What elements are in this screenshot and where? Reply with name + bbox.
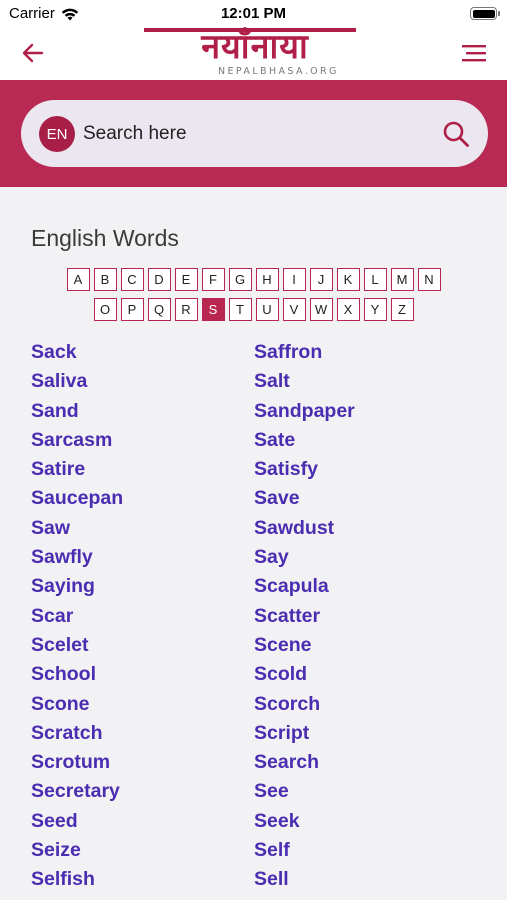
- word-link[interactable]: Sand: [31, 397, 254, 426]
- word-link[interactable]: Satisfy: [254, 455, 477, 484]
- letter-t[interactable]: T: [228, 298, 252, 321]
- word-link[interactable]: Selfish: [31, 865, 254, 894]
- word-link[interactable]: Saucepan: [31, 484, 254, 513]
- word-link[interactable]: Saffron: [254, 338, 477, 367]
- language-toggle[interactable]: EN: [39, 116, 75, 152]
- word-link[interactable]: Seize: [31, 836, 254, 865]
- search-input[interactable]: [83, 116, 413, 152]
- letter-u[interactable]: U: [255, 298, 279, 321]
- letter-c[interactable]: C: [120, 268, 144, 291]
- word-link[interactable]: Seed: [31, 807, 254, 836]
- logo-text: नयाँनाया: [201, 27, 309, 67]
- word-link[interactable]: Sawfly: [31, 543, 254, 572]
- word-link[interactable]: Scorch: [254, 690, 477, 719]
- letter-g[interactable]: G: [228, 268, 252, 291]
- word-link[interactable]: Save: [254, 484, 477, 513]
- letter-o[interactable]: O: [93, 298, 117, 321]
- word-link[interactable]: Satire: [31, 455, 254, 484]
- word-link[interactable]: Scatter: [254, 602, 477, 631]
- letter-l[interactable]: L: [363, 268, 387, 291]
- arrow-left-icon: [22, 43, 44, 63]
- alphabet-row-1: ABCDEFGHIJKLMN: [0, 268, 507, 291]
- word-link[interactable]: Seek: [254, 807, 477, 836]
- word-link[interactable]: Saliva: [31, 367, 254, 396]
- letter-r[interactable]: R: [174, 298, 198, 321]
- word-link[interactable]: Sell: [254, 865, 477, 894]
- logo-subtitle: NEPALBHASA.ORG: [218, 66, 339, 77]
- word-link[interactable]: Scratch: [31, 719, 254, 748]
- battery-icon: [470, 7, 500, 20]
- letter-y[interactable]: Y: [363, 298, 387, 321]
- letter-n[interactable]: N: [417, 268, 441, 291]
- back-button[interactable]: [18, 38, 48, 68]
- app-header: नयाँनाया NEPALBHASA.ORG: [0, 27, 507, 80]
- word-link[interactable]: Saying: [31, 572, 254, 601]
- letter-m[interactable]: M: [390, 268, 414, 291]
- alphabet-row-2: OPQRSTUVWXYZ: [0, 298, 507, 321]
- word-list: Sack Saffron Saliva Salt Sand Sandpaper Sarcas…: [31, 338, 491, 895]
- letter-k[interactable]: K: [336, 268, 360, 291]
- letter-s[interactable]: S: [201, 298, 225, 321]
- word-link[interactable]: Scelet: [31, 631, 254, 660]
- letter-b[interactable]: B: [93, 268, 117, 291]
- letter-e[interactable]: E: [174, 268, 198, 291]
- menu-button[interactable]: [459, 38, 489, 68]
- search-icon: [443, 121, 469, 147]
- search-bar: EN: [21, 100, 488, 167]
- letter-x[interactable]: X: [336, 298, 360, 321]
- word-link[interactable]: Sawdust: [254, 514, 477, 543]
- word-link[interactable]: Say: [254, 543, 477, 572]
- word-link[interactable]: Scene: [254, 631, 477, 660]
- letter-h[interactable]: H: [255, 268, 279, 291]
- hamburger-menu-icon: [462, 45, 486, 62]
- letter-a[interactable]: A: [66, 268, 90, 291]
- word-link[interactable]: Search: [254, 748, 477, 777]
- letter-q[interactable]: Q: [147, 298, 171, 321]
- word-link[interactable]: Self: [254, 836, 477, 865]
- letter-v[interactable]: V: [282, 298, 306, 321]
- search-band: EN: [0, 80, 507, 187]
- word-link[interactable]: Scapula: [254, 572, 477, 601]
- word-link[interactable]: See: [254, 777, 477, 806]
- word-link[interactable]: Salt: [254, 367, 477, 396]
- word-link[interactable]: Secretary: [31, 777, 254, 806]
- app-logo: नयाँनाया NEPALBHASA.ORG: [140, 22, 370, 80]
- letter-z[interactable]: Z: [390, 298, 414, 321]
- search-button[interactable]: [440, 118, 472, 150]
- section-title: English Words: [31, 225, 179, 251]
- letter-f[interactable]: F: [201, 268, 225, 291]
- letter-j[interactable]: J: [309, 268, 333, 291]
- word-link[interactable]: School: [31, 660, 254, 689]
- word-link[interactable]: Sandpaper: [254, 397, 477, 426]
- word-link[interactable]: Scrotum: [31, 748, 254, 777]
- letter-w[interactable]: W: [309, 298, 333, 321]
- word-link[interactable]: Scar: [31, 602, 254, 631]
- word-link[interactable]: Script: [254, 719, 477, 748]
- word-link[interactable]: Sate: [254, 426, 477, 455]
- word-link[interactable]: Scold: [254, 660, 477, 689]
- letter-d[interactable]: D: [147, 268, 171, 291]
- word-link[interactable]: Sarcasm: [31, 426, 254, 455]
- word-link[interactable]: Scone: [31, 690, 254, 719]
- clock: 12:01 PM: [220, 5, 287, 22]
- letter-i[interactable]: I: [282, 268, 306, 291]
- word-link[interactable]: Sack: [31, 338, 254, 367]
- word-link[interactable]: Saw: [31, 514, 254, 543]
- letter-p[interactable]: P: [120, 298, 144, 321]
